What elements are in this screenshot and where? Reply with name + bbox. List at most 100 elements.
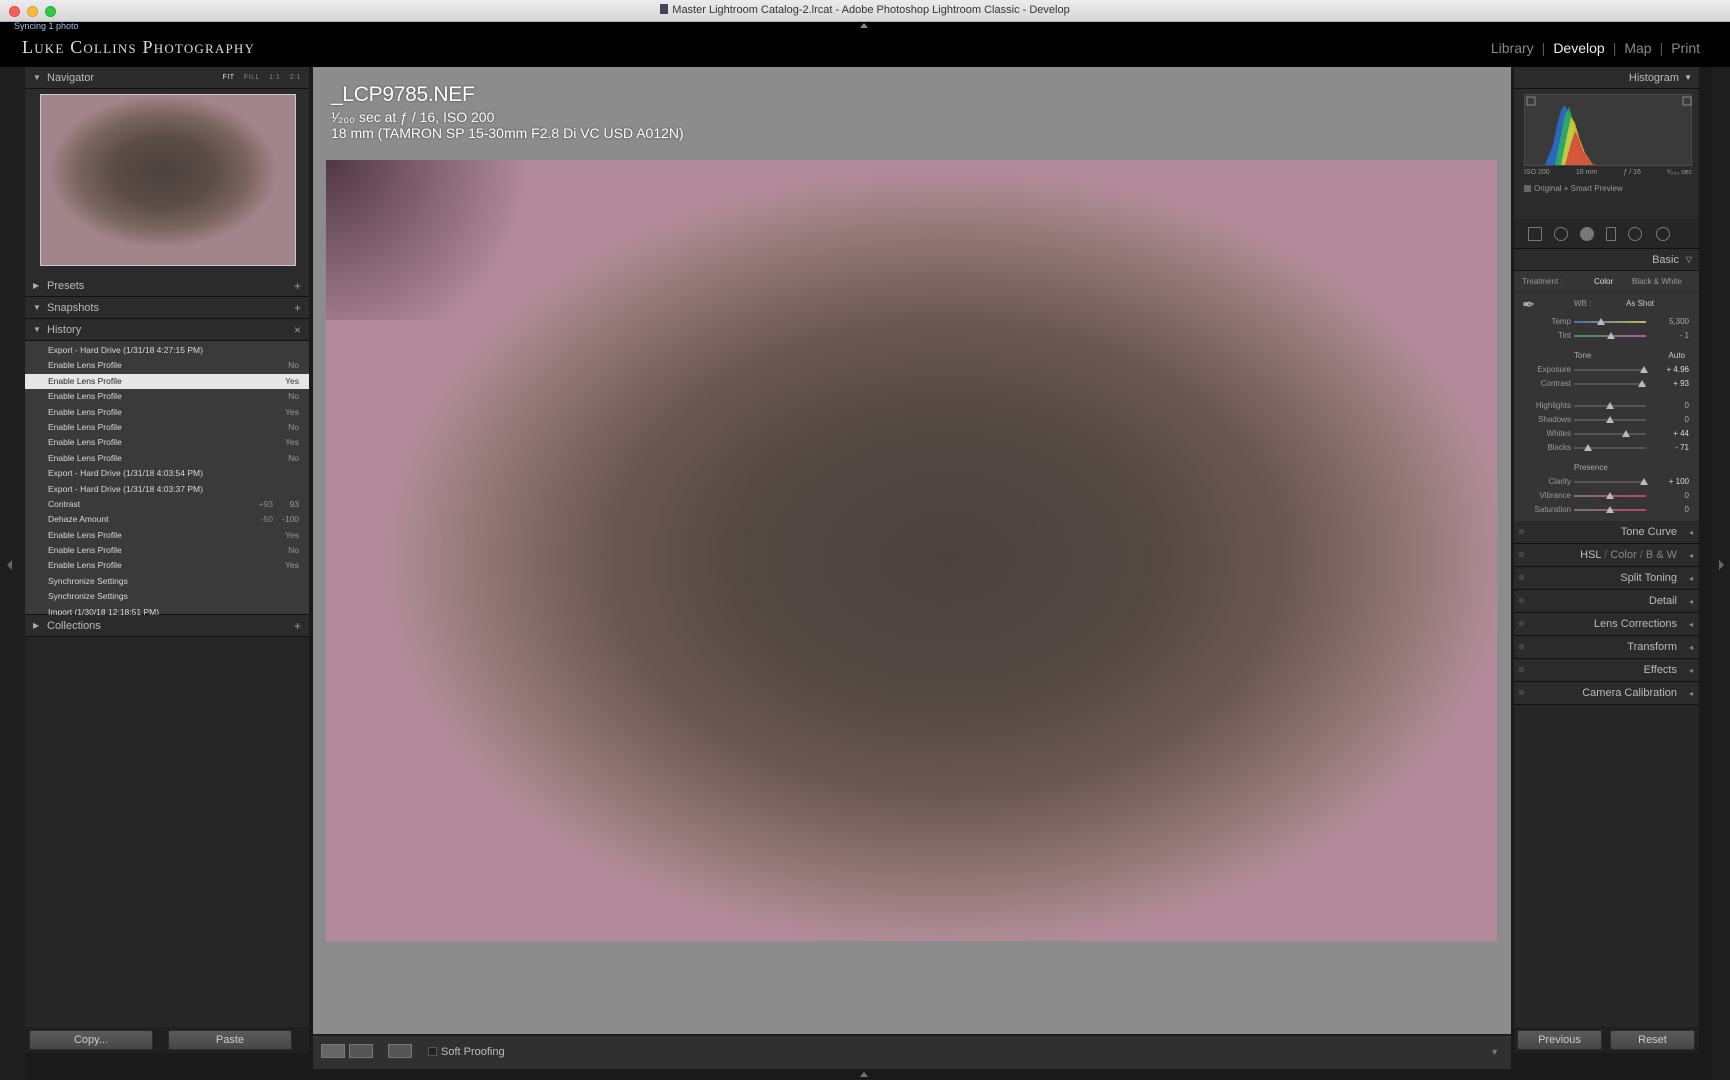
- exposure-knob[interactable]: [1640, 366, 1648, 373]
- red-eye-icon[interactable]: [1580, 227, 1594, 241]
- expand-triangle-icon[interactable]: ◂: [1689, 636, 1693, 659]
- zoom-2-1[interactable]: 2:1: [290, 74, 301, 81]
- expand-triangle-icon[interactable]: ◂: [1689, 682, 1693, 705]
- history-row[interactable]: Synchronize Settings: [25, 589, 309, 604]
- loupe-view-icon[interactable]: [321, 1044, 345, 1058]
- saturation-slider-row[interactable]: Saturation 0: [1514, 503, 1699, 517]
- history-row[interactable]: Dehaze Amount -50 -100: [25, 512, 309, 527]
- shadow-clipping-icon[interactable]: [1526, 96, 1536, 106]
- history-row[interactable]: Enable Lens Profile No: [25, 420, 309, 435]
- highlight-clipping-icon[interactable]: [1682, 96, 1692, 106]
- history-row[interactable]: Enable Lens Profile Yes: [25, 528, 309, 543]
- contrast-knob[interactable]: [1638, 380, 1646, 387]
- tint-value[interactable]: - 1: [1680, 331, 1689, 340]
- navigator-header[interactable]: ▼ Navigator FIT FILL 1:1 2:1: [25, 67, 309, 89]
- collections-header[interactable]: ▶ Collections +: [25, 615, 309, 637]
- histogram-graph[interactable]: [1524, 94, 1692, 166]
- main-photo[interactable]: [326, 160, 1497, 941]
- panel-switch-icon[interactable]: [1519, 552, 1524, 557]
- whites-value[interactable]: + 44: [1673, 429, 1689, 438]
- effects-panel[interactable]: Effects ◂: [1514, 659, 1699, 682]
- clarity-track[interactable]: [1574, 481, 1646, 483]
- module-map[interactable]: Map: [1624, 40, 1651, 56]
- right-panel-toggle-icon[interactable]: [1719, 560, 1724, 570]
- vibrance-value[interactable]: 0: [1685, 491, 1689, 500]
- previous-button[interactable]: Previous: [1517, 1030, 1602, 1050]
- tone-curve-panel[interactable]: Tone Curve ◂: [1514, 521, 1699, 544]
- spot-removal-icon[interactable]: [1554, 227, 1568, 241]
- history-row[interactable]: Export - Hard Drive (1/31/18 4:27:15 PM): [25, 343, 309, 358]
- panel-switch-icon[interactable]: [1519, 529, 1524, 534]
- panel-switch-icon[interactable]: [1519, 644, 1524, 649]
- module-print[interactable]: Print: [1671, 40, 1700, 56]
- history-row[interactable]: Contrast +93 93: [25, 497, 309, 512]
- shadows-knob[interactable]: [1606, 416, 1614, 423]
- hsl-tab[interactable]: HSL: [1580, 549, 1601, 561]
- shadows-slider-row[interactable]: Shadows 0: [1514, 413, 1699, 427]
- history-header[interactable]: ▼ History ×: [25, 319, 309, 341]
- clarity-knob[interactable]: [1640, 478, 1648, 485]
- temp-knob[interactable]: [1597, 318, 1605, 325]
- blacks-slider-row[interactable]: Blacks - 71: [1514, 441, 1699, 455]
- temp-value[interactable]: 5,300: [1669, 317, 1689, 326]
- temp-track[interactable]: [1574, 321, 1646, 323]
- zoom-fit[interactable]: FIT: [223, 74, 235, 81]
- history-row[interactable]: Enable Lens Profile Yes: [25, 435, 309, 450]
- soft-proofing-checkbox[interactable]: [428, 1047, 437, 1056]
- highlights-knob[interactable]: [1606, 402, 1614, 409]
- before-after-split-icon[interactable]: [388, 1044, 412, 1058]
- history-row[interactable]: Enable Lens Profile No: [25, 358, 309, 373]
- shadows-value[interactable]: 0: [1685, 415, 1689, 424]
- expand-triangle-icon[interactable]: ▶: [33, 615, 39, 637]
- radial-filter-icon[interactable]: [1628, 227, 1642, 241]
- whites-track[interactable]: [1574, 433, 1646, 435]
- history-row[interactable]: Enable Lens Profile Yes: [25, 558, 309, 573]
- vibrance-knob[interactable]: [1606, 492, 1614, 499]
- add-preset-icon[interactable]: +: [294, 275, 301, 297]
- temp-slider-row[interactable]: Temp 5,300: [1514, 315, 1699, 329]
- reset-button[interactable]: Reset: [1610, 1030, 1695, 1050]
- expand-triangle-icon[interactable]: ◂: [1689, 590, 1693, 613]
- saturation-value[interactable]: 0: [1685, 505, 1689, 514]
- history-row[interactable]: Enable Lens Profile No: [25, 389, 309, 404]
- contrast-track[interactable]: [1574, 383, 1646, 385]
- detail-panel[interactable]: Detail ◂: [1514, 590, 1699, 613]
- blacks-knob[interactable]: [1584, 444, 1592, 451]
- wb-eyedropper-icon[interactable]: ✒: [1522, 295, 1535, 315]
- blacks-value[interactable]: - 71: [1675, 443, 1689, 452]
- panel-switch-icon[interactable]: [1519, 621, 1524, 626]
- crop-tool-icon[interactable]: [1528, 227, 1542, 241]
- clarity-value[interactable]: + 100: [1669, 477, 1689, 486]
- bw-tab[interactable]: B & W: [1646, 549, 1677, 561]
- exposure-slider-row[interactable]: Exposure + 4.96: [1514, 363, 1699, 377]
- panel-switch-icon[interactable]: [1519, 598, 1524, 603]
- module-library[interactable]: Library: [1491, 40, 1534, 56]
- collapse-triangle-icon[interactable]: ▼: [33, 67, 41, 89]
- contrast-value[interactable]: + 93: [1673, 379, 1689, 388]
- expand-triangle-icon[interactable]: ◂: [1689, 659, 1693, 682]
- paste-button[interactable]: Paste: [168, 1030, 292, 1050]
- module-develop[interactable]: Develop: [1553, 40, 1604, 56]
- history-row[interactable]: Synchronize Settings: [25, 574, 309, 589]
- histogram-header[interactable]: Histogram ▼: [1514, 67, 1699, 89]
- filmstrip-toggle-icon[interactable]: [860, 1072, 868, 1077]
- navigator-thumbnail[interactable]: [40, 94, 296, 266]
- basic-collapse-icon[interactable]: ▽: [1686, 249, 1692, 271]
- split-toning-panel[interactable]: Split Toning ◂: [1514, 567, 1699, 590]
- tint-slider-row[interactable]: Tint - 1: [1514, 329, 1699, 343]
- history-row[interactable]: Export - Hard Drive (1/31/18 4:03:37 PM): [25, 482, 309, 497]
- contrast-slider-row[interactable]: Contrast + 93: [1514, 377, 1699, 391]
- exposure-value[interactable]: + 4.96: [1667, 365, 1689, 374]
- history-row[interactable]: Enable Lens Profile Yes: [25, 405, 309, 420]
- auto-tone-button[interactable]: Auto: [1669, 349, 1685, 363]
- history-row[interactable]: Enable Lens Profile No: [25, 543, 309, 558]
- expand-triangle-icon[interactable]: ◂: [1689, 521, 1693, 544]
- history-row[interactable]: Export - Hard Drive (1/31/18 4:03:54 PM): [25, 466, 309, 481]
- color-tab[interactable]: Color: [1610, 549, 1636, 561]
- hsl-panel[interactable]: HSL / Color / B & W ◂: [1514, 544, 1699, 567]
- whites-slider-row[interactable]: Whites + 44: [1514, 427, 1699, 441]
- panel-switch-icon[interactable]: [1519, 667, 1524, 672]
- highlights-value[interactable]: 0: [1685, 401, 1689, 410]
- copy-button[interactable]: Copy...: [29, 1030, 153, 1050]
- treatment-color-option[interactable]: Color: [1594, 271, 1613, 293]
